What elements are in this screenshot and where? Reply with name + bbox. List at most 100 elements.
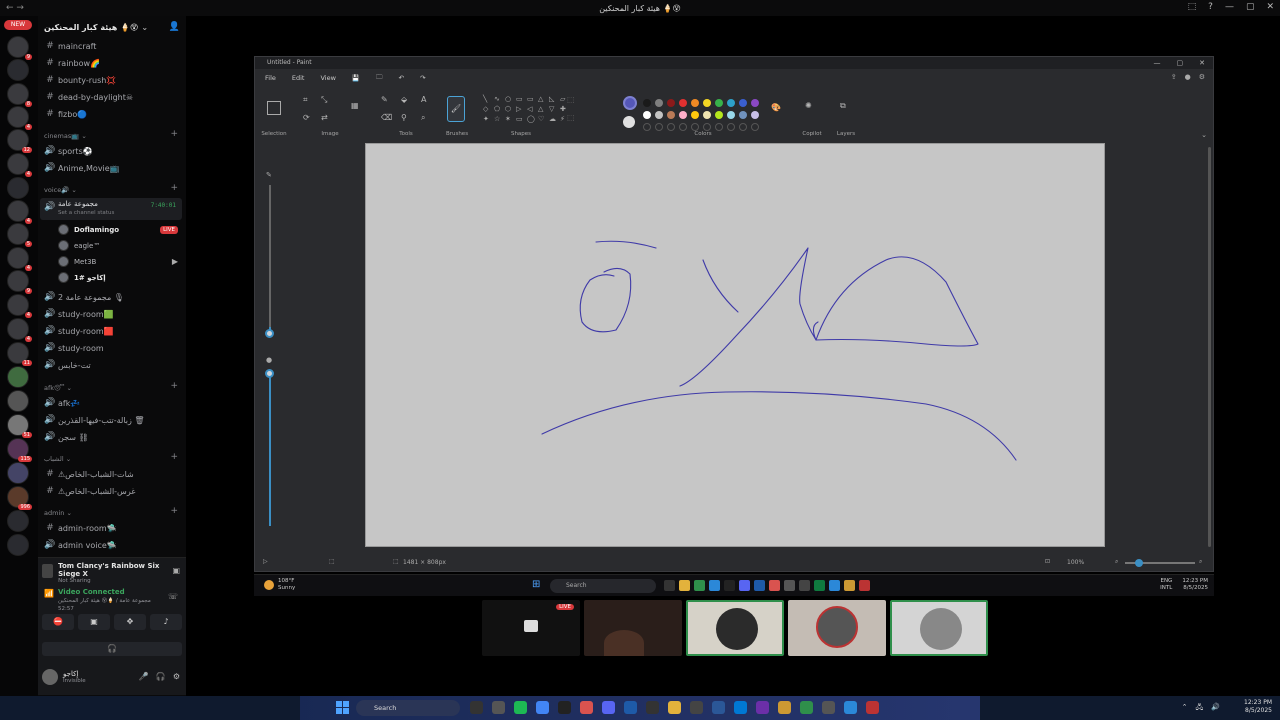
close-button[interactable]: ✕ [1266, 2, 1274, 12]
app-icon[interactable] [844, 580, 855, 591]
voice-channel-item[interactable]: 🔊 admin voice🛸 [44, 538, 116, 552]
add-channel-icon[interactable]: + [170, 183, 178, 195]
brush-icon[interactable]: 🖌 [447, 96, 465, 122]
app-icon[interactable] [844, 701, 857, 714]
color-swatch[interactable] [691, 99, 699, 107]
channel-item[interactable]: # ⚠شات-الشباب-الخاص [44, 467, 134, 481]
color-swatch[interactable] [655, 111, 663, 119]
user-info[interactable]: إكاجو Invisible 🎤 🎧 ⚙ [42, 666, 182, 688]
server-icon[interactable] [7, 177, 29, 199]
category-header[interactable]: الشباب ⌄ [44, 453, 71, 465]
app-icon[interactable] [778, 701, 791, 714]
color-1-swatch[interactable] [623, 96, 637, 110]
color-swatch[interactable] [667, 99, 675, 107]
voice-channel-item[interactable]: 🔊 study-room🟩 [44, 307, 113, 321]
server-icon[interactable]: 4 [7, 200, 32, 224]
voice-channel-item[interactable]: 🔊 مجموعة عامة 2 🎙 [44, 290, 124, 304]
tiktok-icon[interactable] [724, 580, 735, 591]
voice-user[interactable]: إكاجو #1 [58, 270, 106, 285]
streamed-clock[interactable]: ENG INTL 12:23 PM 8/5/2025 [1160, 578, 1208, 592]
volume-icon[interactable]: 🔊 [1211, 703, 1220, 714]
add-channel-icon[interactable]: + [170, 129, 178, 141]
server-icon[interactable]: 9 [7, 36, 32, 60]
image-select-icon[interactable]: ▦ [351, 101, 359, 110]
back-forward-icon[interactable]: ← → [6, 3, 24, 13]
app-icon[interactable] [859, 580, 870, 591]
server-icon[interactable] [7, 366, 29, 388]
voice-channel-item[interactable]: 🔊 afk💤 [44, 396, 80, 410]
search-box[interactable]: Search [356, 700, 460, 716]
size-slider-track[interactable] [269, 185, 271, 335]
app-icon[interactable] [799, 580, 810, 591]
discord-icon[interactable] [739, 580, 750, 591]
camera-off-button[interactable]: ⛔ [42, 614, 74, 630]
pencil-icon[interactable]: ✎ [381, 95, 388, 104]
server-header[interactable]: هيئة كبار المحنكين 🍦😵 ⌄ 👤 [38, 16, 186, 38]
color-swatch[interactable] [751, 111, 759, 119]
app-icon[interactable] [646, 701, 659, 714]
empty-color-swatch[interactable] [727, 123, 735, 131]
gear-icon[interactable]: ⚙ [173, 672, 180, 681]
color-swatch[interactable] [751, 99, 759, 107]
play-icon[interactable]: ▷ [263, 558, 268, 565]
menu-edit[interactable]: Edit [290, 74, 307, 82]
user-tile[interactable] [890, 600, 988, 656]
app-icon[interactable] [690, 701, 703, 714]
voice-user[interactable]: Doflamingo [58, 222, 119, 237]
headphones-icon[interactable]: 🎧 [156, 672, 166, 681]
voice-user[interactable]: Met3B [58, 254, 96, 269]
menu-file[interactable]: File [263, 74, 278, 82]
channel-item[interactable]: # ⚠غرس-الشباب-الخاص [44, 484, 135, 498]
color-swatch[interactable] [739, 111, 747, 119]
color-swatch[interactable] [703, 111, 711, 119]
screen-share-button[interactable]: ▣ [78, 614, 110, 630]
edit-colors-icon[interactable]: 🎨 [771, 103, 781, 112]
maximize-button[interactable]: ▢ [1246, 2, 1255, 12]
discover-icon[interactable] [7, 534, 29, 556]
redo-icon[interactable]: ↷ [418, 74, 427, 82]
activities-button[interactable]: ✥ [114, 614, 146, 630]
add-member-icon[interactable]: 👤 [169, 22, 180, 32]
outline-icon[interactable]: ⬚ [567, 95, 575, 104]
app-icon[interactable] [709, 580, 720, 591]
active-voice-channel[interactable]: 🔊 مجموعة عامة Set a channel status 7:40:… [40, 198, 182, 220]
file-explorer-icon[interactable] [668, 701, 681, 714]
layers-icon[interactable]: ⧉ [840, 101, 846, 111]
file-explorer-icon[interactable] [679, 580, 690, 591]
server-icon[interactable]: 996 [7, 486, 32, 510]
flip-icon[interactable]: ⇄ [321, 113, 328, 122]
headset-button[interactable]: 🎧 [42, 642, 182, 656]
text-icon[interactable]: A [421, 95, 426, 104]
app-icon[interactable] [712, 701, 725, 714]
app-icon[interactable] [866, 701, 879, 714]
empty-color-swatch[interactable] [667, 123, 675, 131]
gear-icon[interactable]: ⚙ [1199, 73, 1205, 81]
category-header[interactable]: afk😴 ⌄ [44, 382, 72, 394]
task-view-icon[interactable] [664, 580, 675, 591]
user-tile[interactable] [686, 600, 784, 656]
color-swatch[interactable] [667, 111, 675, 119]
chevron-up-icon[interactable]: ⌃ [1182, 703, 1188, 714]
category-header[interactable]: voice🔊 ⌄ [44, 184, 77, 196]
server-icon[interactable]: 5 [7, 223, 32, 247]
zoom-out-icon[interactable]: ⌕ [1115, 558, 1118, 566]
magnifier-icon[interactable]: ⌕ [421, 113, 425, 123]
rotate-icon[interactable]: ⟳ [303, 113, 310, 122]
server-icon[interactable]: 11 [7, 342, 32, 366]
edge-icon[interactable] [734, 701, 747, 714]
server-icon[interactable]: 4 [7, 294, 32, 318]
drawing-canvas[interactable] [365, 143, 1105, 547]
add-channel-icon[interactable]: + [170, 506, 178, 518]
help-icon[interactable]: ? [1208, 2, 1213, 12]
color-swatch[interactable] [727, 111, 735, 119]
widgets-icon[interactable] [492, 701, 505, 714]
zoom-level[interactable]: 100% [1067, 559, 1084, 566]
shapes-gallery[interactable]: ╲ ∿ ○ ▭ ▭ △ ◺ ▱ ◇ ⬠ ⬡ ▷ ◁ △ ▽ ✚ ✦ ☆ ✶ ▭ ◯ ♡ ☁ ⚡ [483, 95, 569, 124]
voice-channel-item[interactable]: 🔊 study-room [44, 341, 103, 355]
minimize-button[interactable]: — [1225, 2, 1234, 12]
share-icon[interactable]: ⇪ [1171, 73, 1177, 81]
category-header[interactable]: cinemas📺 ⌄ [44, 130, 87, 142]
add-server-icon[interactable] [7, 510, 29, 532]
server-icon[interactable]: 4 [7, 106, 32, 130]
os-clock[interactable]: 12:23 PM 8/5/2025 [1244, 699, 1272, 715]
